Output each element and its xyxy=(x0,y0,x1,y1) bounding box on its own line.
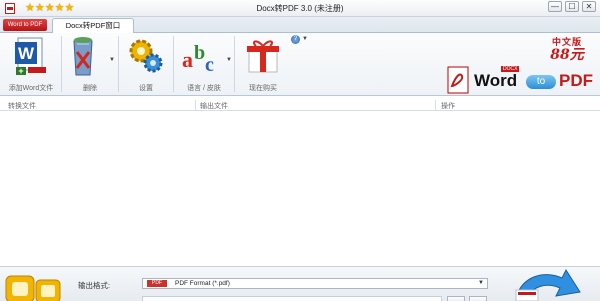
logo-pdf-text: PDF xyxy=(559,71,593,90)
settings-button[interactable]: 设置 xyxy=(120,33,172,95)
help-dropdown-arrow[interactable]: ▼ xyxy=(302,36,308,42)
ribbon-separator xyxy=(118,36,119,92)
output-format-value: PDF Format (*.pdf) xyxy=(175,280,230,287)
ribbon-separator xyxy=(234,36,235,92)
pdf-format-badge: PDF xyxy=(147,280,167,287)
language-skin-label: 语言 / 皮肤 xyxy=(187,85,221,92)
gears-icon xyxy=(129,39,163,73)
window-title: Docx转PDF 3.0 (未注册) xyxy=(256,4,344,13)
svg-text:+: + xyxy=(18,66,23,76)
language-skin-button[interactable]: a b c ▼ 语言 / 皮肤 xyxy=(175,33,233,95)
app-menu-button[interactable]: Word to PDF xyxy=(3,19,47,31)
delete-label: 删除 xyxy=(83,85,97,92)
column-actions[interactable]: 操作 xyxy=(441,101,455,111)
delete-dropdown-arrow[interactable]: ▼ xyxy=(109,57,115,63)
output-format-select[interactable]: PDF PDF Format (*.pdf) ▼ xyxy=(142,278,488,289)
column-divider[interactable] xyxy=(435,100,436,110)
buy-now-label: 现在购买 xyxy=(249,85,277,92)
title-bar: ★★★★★ Docx转PDF 3.0 (未注册) — ☐ ✕ xyxy=(0,0,600,17)
column-source-file[interactable]: 转换文件 xyxy=(8,101,36,111)
output-format-label: 输出格式: xyxy=(78,281,111,290)
add-word-file-label: 添加Word文件 xyxy=(8,85,54,92)
settings-label: 设置 xyxy=(139,85,153,92)
buy-now-button[interactable]: 现在购买 xyxy=(236,33,290,95)
svg-text:a: a xyxy=(182,47,193,72)
recycle-bin-icon xyxy=(73,37,93,76)
add-word-file-button[interactable]: W + 添加Word文件 xyxy=(2,33,60,95)
minimize-button[interactable]: — xyxy=(548,1,562,12)
abc-letters-icon: a b c xyxy=(182,42,214,75)
logo-to-pill: to xyxy=(526,75,556,89)
help-icon[interactable]: ? xyxy=(291,35,300,44)
output-path-field[interactable] xyxy=(142,296,442,301)
maximize-button[interactable]: ☐ xyxy=(565,1,579,12)
delete-button[interactable]: ▼ 删除 xyxy=(63,33,117,95)
ribbon-separator xyxy=(61,36,62,92)
price-badge-price: 88元 xyxy=(550,47,584,63)
tab-strip: Word to PDF Docx转PDF窗口 xyxy=(0,17,600,34)
column-divider[interactable] xyxy=(195,100,196,110)
gift-box-icon xyxy=(247,40,279,73)
browse-button[interactable] xyxy=(447,296,465,301)
tab-docx-to-pdf[interactable]: Docx转PDF窗口 xyxy=(52,18,134,34)
svg-text:W: W xyxy=(18,44,35,63)
product-logo: 中文版 88元 Word DOCX to PDF xyxy=(446,33,600,95)
svg-text:c: c xyxy=(205,54,214,75)
ribbon-separator xyxy=(173,36,174,92)
logo-docx-tag: DOCX xyxy=(501,66,520,72)
chevron-down-icon[interactable]: ▼ xyxy=(478,279,484,288)
output-folder-icon[interactable] xyxy=(4,270,64,301)
file-table-header: 转换文件 输出文件 操作 xyxy=(0,99,600,111)
file-list[interactable] xyxy=(0,112,600,266)
convert-arrow-icon[interactable] xyxy=(510,268,586,301)
pdf-document-icon xyxy=(447,66,469,94)
logo-word-text: Word xyxy=(474,71,518,90)
window-controls: — ☐ ✕ xyxy=(548,1,596,12)
column-output-file[interactable]: 输出文件 xyxy=(200,101,228,111)
svg-text:b: b xyxy=(194,42,205,64)
language-dropdown-arrow[interactable]: ▼ xyxy=(226,57,232,63)
add-word-file-icon: W + xyxy=(15,37,46,76)
price-badge: 中文版 88元 xyxy=(541,35,593,67)
close-button[interactable]: ✕ xyxy=(582,1,596,12)
open-folder-button[interactable] xyxy=(469,296,487,301)
